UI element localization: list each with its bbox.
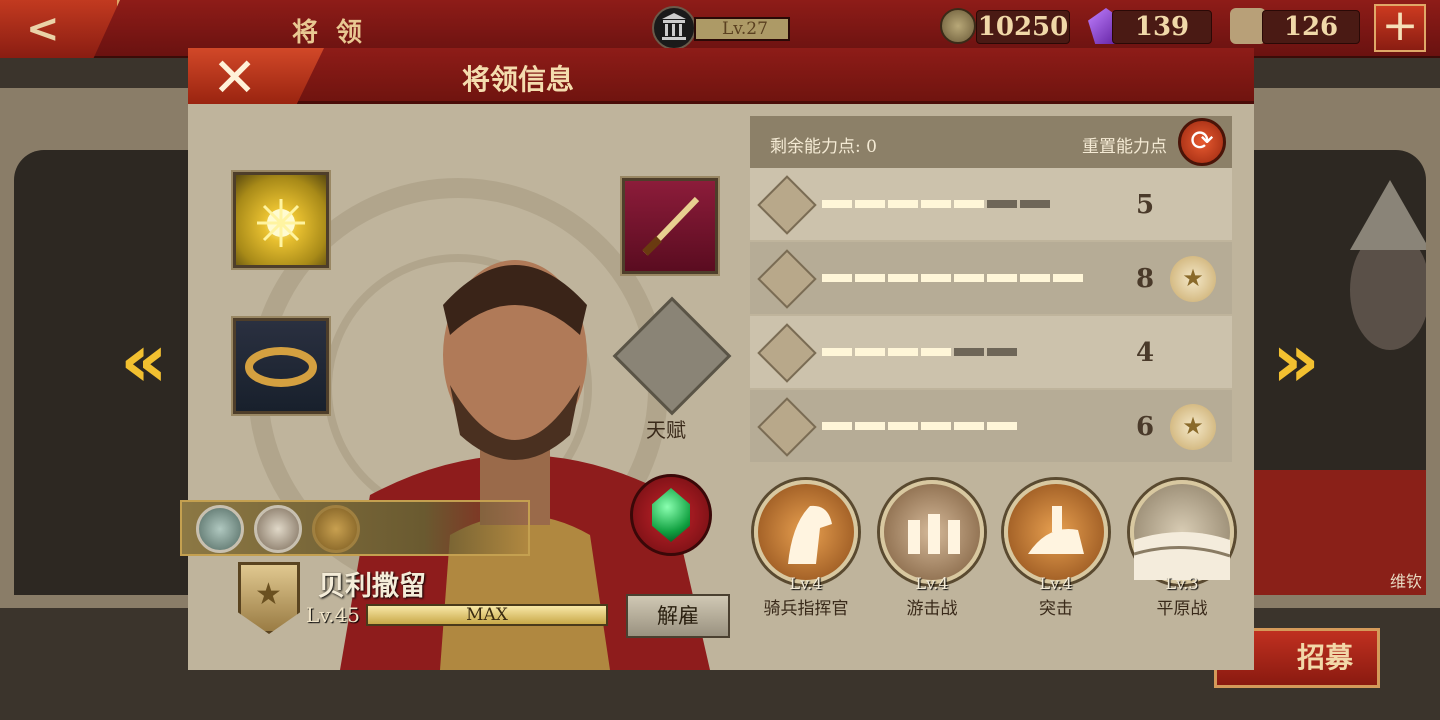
- right-general-name: 维钦: [1390, 572, 1423, 591]
- level-segment: [954, 422, 984, 430]
- page-title: 将领: [292, 18, 381, 48]
- reset-points-label: 重置能力点: [1082, 137, 1167, 157]
- skill-level: Lv.4: [1039, 574, 1073, 593]
- archery-value: 4: [1135, 338, 1155, 368]
- navy-level-bar: [822, 422, 1020, 430]
- coin-icon: [940, 8, 976, 44]
- level-segment: [1020, 274, 1050, 282]
- skill-cavalry-commander[interactable]: [754, 480, 858, 584]
- helmet-icon: [1230, 8, 1266, 44]
- level-segment: [954, 200, 984, 208]
- plains-icon: [1133, 532, 1231, 580]
- add-button[interactable]: +: [1374, 4, 1426, 52]
- navy-star-badge-icon: ★: [1170, 404, 1216, 450]
- skill-level: Lv.4: [915, 574, 949, 593]
- level-segment: [921, 200, 951, 208]
- skill-plains-warfare[interactable]: [1130, 480, 1234, 584]
- level-segment: [888, 348, 918, 356]
- level-segment: [954, 274, 984, 282]
- level-segment: [987, 274, 1017, 282]
- previous-general-chevron-icon[interactable]: «: [120, 318, 168, 404]
- navy-value: 6: [1135, 412, 1155, 442]
- level-segment: [888, 200, 918, 208]
- skill-name: 游击战: [906, 599, 958, 619]
- remaining-points-label: 剩余能力点: 0: [770, 137, 877, 157]
- skill-level: Lv.4: [789, 574, 823, 593]
- banner-equipment-slot[interactable]: [233, 172, 329, 268]
- laurel-wreath-equipment-slot[interactable]: [233, 318, 329, 414]
- level-segment: [987, 200, 1017, 208]
- level-segment: [822, 422, 852, 430]
- level-segment: [987, 348, 1017, 356]
- experience-bar: MAX: [366, 604, 608, 626]
- level-segment: [855, 348, 885, 356]
- general-name: 贝利撒留: [318, 571, 426, 602]
- cavalry-value: 8: [1135, 264, 1155, 294]
- skill-charge[interactable]: [1004, 480, 1108, 584]
- level-segment: [855, 200, 885, 208]
- level-segment: [855, 422, 885, 430]
- star-icon: ★: [255, 577, 282, 612]
- horse-head-icon: [788, 505, 832, 564]
- level-segment: [822, 348, 852, 356]
- next-general-chevron-icon[interactable]: »: [1272, 318, 1320, 404]
- level-segment: [888, 274, 918, 282]
- back-arrow-icon: <: [26, 6, 60, 52]
- charge-rider-icon: [1028, 506, 1084, 554]
- level-segment: [954, 348, 984, 356]
- level-segment: [921, 422, 951, 430]
- level-segment: [822, 274, 852, 282]
- archery-level-bar: [822, 348, 1020, 356]
- coin-count: 10250: [976, 10, 1070, 44]
- general-level: Lv.45: [306, 603, 361, 627]
- level-segment: [1020, 200, 1050, 208]
- level-segment: [855, 274, 885, 282]
- locked-slot-lock-icon[interactable]: [312, 505, 360, 553]
- skirmish-riders-icon: [908, 514, 960, 554]
- gem-count: 139: [1112, 10, 1212, 44]
- helmet-count: 126: [1262, 10, 1360, 44]
- level-segment: [888, 422, 918, 430]
- attack-value: 5: [1135, 190, 1155, 220]
- level-segment: [987, 422, 1017, 430]
- level-segment: [921, 274, 951, 282]
- skill-skirmish[interactable]: [880, 480, 984, 584]
- level-indicator: Lv.27: [694, 17, 790, 41]
- skill-level: Lv.3: [1165, 574, 1199, 593]
- cavalry-star-badge-icon: ★: [1170, 256, 1216, 302]
- skill-coin-frog-icon[interactable]: [196, 505, 244, 553]
- level-segment: [1053, 274, 1083, 282]
- level-segment: [822, 200, 852, 208]
- building-icon: [652, 6, 696, 50]
- level-segment: [921, 348, 951, 356]
- skill-coin-shield-icon[interactable]: [254, 505, 302, 553]
- skill-name: 突击: [1039, 599, 1073, 619]
- skill-name: 骑兵指挥官: [763, 599, 849, 619]
- reset-refresh-icon[interactable]: ⟳: [1178, 118, 1226, 166]
- skill-name: 平原战: [1156, 599, 1208, 619]
- dismiss-button[interactable]: 解雇: [626, 594, 730, 638]
- attack-level-bar: [822, 200, 1053, 208]
- close-icon: ✕: [212, 46, 258, 109]
- cavalry-level-bar: [822, 274, 1086, 282]
